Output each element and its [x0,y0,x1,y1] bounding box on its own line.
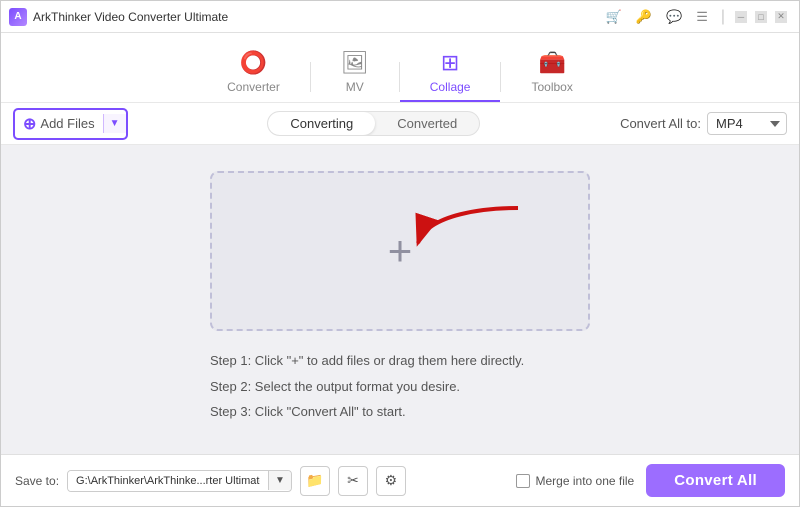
mv-icon: 🖼 [341,50,369,76]
save-to-label: Save to: [15,474,59,488]
settings-icon-button[interactable]: ⚙ [376,466,406,496]
minimize-button[interactable]: ─ [735,11,747,23]
cut-icon-button[interactable]: ✂ [338,466,368,496]
tab-toolbox[interactable]: 🧰 Toolbox [501,44,602,102]
cart-icon[interactable]: 🛒 [603,7,625,27]
title-bar: A ArkThinker Video Converter Ultimate 🛒 … [1,1,799,33]
tab-converter[interactable]: ⭕ Converter [197,44,310,102]
toolbar: ⊕ Add Files ▼ Converting Converted Conve… [1,103,799,145]
tab-collage[interactable]: ⊞ Collage [400,44,501,102]
menu-icon[interactable]: ☰ [693,7,711,27]
merge-label: Merge into one file [536,474,635,488]
save-path-group: ▼ [67,470,292,492]
app-logo: A [9,8,27,26]
instruction-step-3: Step 3: Click "Convert All" to start. [210,402,590,422]
collage-icon: ⊞ [441,50,459,76]
instruction-step-1: Step 1: Click "+" to add files or drag t… [210,351,590,371]
red-arrow [408,203,528,268]
convert-tabs-container: Converting Converted [267,111,480,136]
plus-icon: ⊕ [23,114,36,134]
instruction-step-2: Step 2: Select the output format you des… [210,377,590,397]
merge-checkbox[interactable] [516,474,530,488]
chat-icon[interactable]: 💬 [663,7,685,27]
bottom-right-group: Merge into one file Convert All [516,464,786,497]
add-files-dropdown-arrow[interactable]: ▼ [103,114,126,133]
save-path-input[interactable] [68,471,268,491]
convert-tab-group: Converting Converted [138,111,611,136]
drop-area[interactable]: + [210,171,590,331]
tab-mv[interactable]: 🖼 MV [311,44,399,102]
merge-checkbox-group[interactable]: Merge into one file [516,474,635,488]
main-content: + Step 1: Click "+" to add files or drag… [1,145,799,454]
convert-all-button[interactable]: Convert All [646,464,785,497]
folder-icon-button[interactable]: 📁 [300,466,330,496]
title-bar-icons: 🛒 🔑 💬 ☰ | ─ □ ✕ [603,7,787,27]
bottom-bar: Save to: ▼ 📁 ✂ ⚙ Merge into one file Con… [1,454,799,506]
convert-all-to-label: Convert All to: [620,116,701,131]
toolbox-icon: 🧰 [538,50,565,76]
convert-all-to-group: Convert All to: MP4 AVI MOV MKV WMV [620,112,787,135]
converted-tab[interactable]: Converted [375,112,479,135]
close-button[interactable]: ✕ [775,11,787,23]
converter-icon: ⭕ [240,50,267,76]
add-files-button[interactable]: ⊕ Add Files ▼ [13,108,128,140]
maximize-button[interactable]: □ [755,11,767,23]
key-icon[interactable]: 🔑 [633,7,655,27]
instructions: Step 1: Click "+" to add files or drag t… [210,351,590,428]
nav-tabs: ⭕ Converter 🖼 MV ⊞ Collage 🧰 Toolbox [1,33,799,103]
add-files-label: Add Files [40,116,94,131]
add-files-main[interactable]: ⊕ Add Files [15,110,103,138]
format-select[interactable]: MP4 AVI MOV MKV WMV [707,112,787,135]
save-path-dropdown[interactable]: ▼ [268,471,291,490]
converting-tab[interactable]: Converting [268,112,375,135]
app-title: ArkThinker Video Converter Ultimate [33,10,603,24]
